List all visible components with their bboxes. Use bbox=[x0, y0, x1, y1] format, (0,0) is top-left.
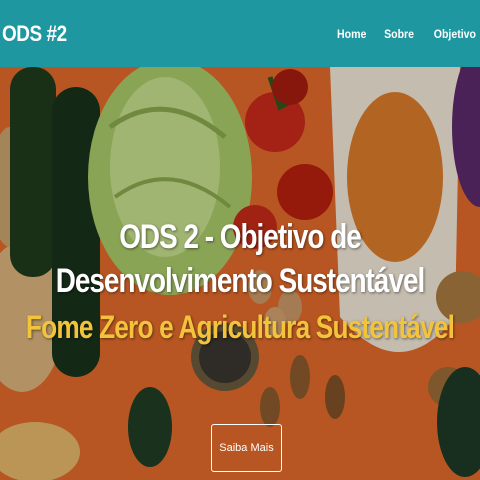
brand-logo[interactable]: ODS #2 bbox=[2, 21, 67, 47]
nav-link-sobre[interactable]: Sobre bbox=[384, 27, 414, 41]
hero-subtitle: Fome Zero e Agricultura Sustentável bbox=[25, 309, 455, 345]
nav-link-home[interactable]: Home bbox=[337, 27, 366, 41]
hero-content: ODS 2 - Objetivo de Desenvolvimento Sust… bbox=[0, 215, 480, 347]
hero-title: ODS 2 - Objetivo de Desenvolvimento Sust… bbox=[55, 218, 426, 300]
saiba-mais-button[interactable]: Saiba Mais bbox=[211, 424, 282, 472]
nav-links: Home Sobre Objetivo bbox=[333, 27, 476, 41]
hero-section: ODS 2 - Objetivo de Desenvolvimento Sust… bbox=[0, 67, 480, 480]
nav-link-objetivo[interactable]: Objetivo bbox=[434, 27, 476, 41]
navbar: ODS #2 Home Sobre Objetivo bbox=[0, 0, 480, 67]
